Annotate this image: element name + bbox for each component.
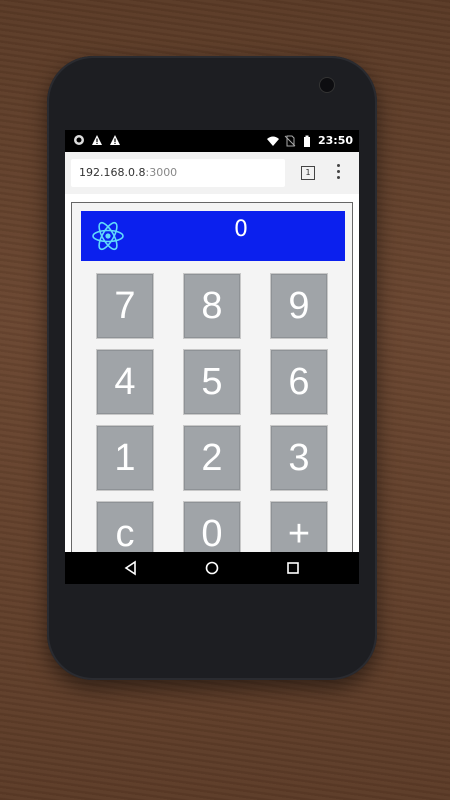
url-port: :3000 <box>145 166 178 179</box>
no-sim-icon <box>284 135 296 146</box>
key-7[interactable]: 7 <box>96 273 154 339</box>
status-right-icons: 23:50 <box>266 134 353 147</box>
battery-icon <box>303 135 310 147</box>
display-value: 0 <box>234 217 248 242</box>
react-logo-icon <box>92 221 124 251</box>
url-field[interactable]: 192.168.0.8:3000 <box>71 159 285 187</box>
status-left-icons <box>73 134 121 146</box>
key-2[interactable]: 2 <box>183 425 241 491</box>
browser-toolbar: 192.168.0.8:3000 1 <box>65 152 359 194</box>
android-nav-bar <box>65 552 359 584</box>
phone-screen: 23:50 192.168.0.8:3000 1 0 7 8 9 4 5 6 1… <box>65 130 359 584</box>
web-content: 0 7 8 9 4 5 6 1 2 3 c 0 + <box>65 194 359 570</box>
key-3[interactable]: 3 <box>270 425 328 491</box>
wifi-icon <box>266 136 279 146</box>
warning-icon <box>92 135 102 145</box>
tab-switcher-button[interactable]: 1 <box>301 166 315 180</box>
sync-icon <box>74 135 84 145</box>
key-8[interactable]: 8 <box>183 273 241 339</box>
recents-icon[interactable] <box>283 558 303 578</box>
status-bar: 23:50 <box>65 130 359 152</box>
back-icon[interactable] <box>121 558 141 578</box>
calculator-panel: 0 7 8 9 4 5 6 1 2 3 c 0 + <box>71 202 353 570</box>
key-5[interactable]: 5 <box>183 349 241 415</box>
more-vert-icon[interactable] <box>337 164 341 180</box>
calculator-display: 0 <box>81 211 345 261</box>
url-host: 192.168.0.8 <box>79 166 146 179</box>
home-icon[interactable] <box>202 558 222 578</box>
key-9[interactable]: 9 <box>270 273 328 339</box>
key-4[interactable]: 4 <box>96 349 154 415</box>
warning-icon <box>110 135 120 145</box>
tab-count: 1 <box>305 168 311 177</box>
clock: 23:50 <box>317 134 353 147</box>
keypad: 7 8 9 4 5 6 1 2 3 c 0 + <box>96 273 332 567</box>
front-camera <box>320 78 334 92</box>
key-6[interactable]: 6 <box>270 349 328 415</box>
key-1[interactable]: 1 <box>96 425 154 491</box>
